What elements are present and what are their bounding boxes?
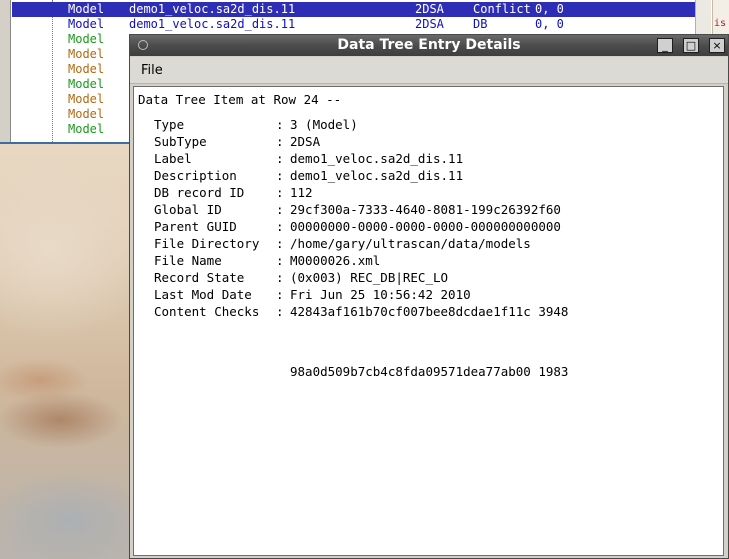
- detail-key: Last Mod Date: [154, 287, 252, 302]
- detail-separator: :: [276, 236, 284, 251]
- detail-value: 3 (Model): [290, 117, 358, 132]
- row-source: DB: [473, 17, 488, 31]
- detail-value: /home/gary/ultrascan/data/models: [290, 236, 531, 251]
- menu-file[interactable]: File: [141, 63, 163, 78]
- row-counts: 0, 0: [535, 2, 564, 16]
- detail-value: demo1_veloc.sa2d_dis.11: [290, 168, 464, 183]
- details-header: Data Tree Item at Row 24 --: [138, 92, 342, 107]
- content-checks-continuation: 98a0d509b7cb4c8fda09571dea77ab00 1983: [290, 364, 569, 379]
- detail-value: 00000000-0000-0000-0000-000000000000: [290, 219, 561, 234]
- detail-value: 29cf300a-7333-4640-8081-199c26392f60: [290, 202, 561, 217]
- row-subtype: 2DSA: [415, 2, 444, 16]
- row-type: Model: [68, 77, 105, 91]
- row-type: Model: [68, 32, 105, 46]
- row-type: Model: [68, 122, 105, 136]
- detail-separator: :: [276, 304, 284, 319]
- detail-separator: :: [276, 134, 284, 149]
- row-label: demo1_veloc.sa2d_dis.11: [129, 2, 296, 16]
- detail-row: Parent GUID:00000000-0000-0000-0000-0000…: [154, 218, 561, 235]
- row-type: Model: [68, 62, 105, 76]
- detail-row: File Directory: /home/gary/ultrascan/data…: [154, 235, 531, 252]
- detail-separator: :: [276, 219, 284, 234]
- minimize-button[interactable]: _: [657, 38, 673, 53]
- detail-key: File Name: [154, 253, 222, 268]
- row-type: Model: [68, 92, 105, 106]
- window-left-frame: [0, 0, 11, 142]
- row-subtype: 2DSA: [415, 17, 444, 31]
- detail-key: Description: [154, 168, 237, 183]
- detail-value: 112: [290, 185, 313, 200]
- detail-separator: :: [276, 185, 284, 200]
- row-counts: 0, 0: [535, 17, 564, 31]
- tree-row[interactable]: Model demo1_veloc.sa2d_dis.11 2DSA Conflict…: [12, 2, 696, 17]
- detail-row: Type:3 (Model): [154, 116, 358, 133]
- detail-value: Fri Jun 25 10:56:42 2010: [290, 287, 471, 302]
- maximize-button[interactable]: □: [683, 38, 699, 53]
- row-label: demo1_veloc.sa2d_dis.11: [129, 17, 296, 31]
- detail-key: Global ID: [154, 202, 222, 217]
- detail-row: Description: demo1_veloc.sa2d_dis.11: [154, 167, 463, 184]
- detail-key: DB record ID: [154, 185, 245, 200]
- detail-row: Global ID:29cf300a-7333-4640-8081-199c26…: [154, 201, 561, 218]
- detail-key: Type: [154, 117, 185, 132]
- row-type: Model: [68, 2, 105, 16]
- detail-separator: :: [276, 287, 284, 302]
- detail-value: demo1_veloc.sa2d_dis.11: [290, 151, 464, 166]
- detail-value: 2DSA: [290, 134, 321, 149]
- row-type: Model: [68, 17, 105, 31]
- tree-row[interactable]: Model demo1_veloc.sa2d_dis.11 2DSA DB 0, 0: [12, 17, 696, 32]
- detail-separator: :: [276, 202, 284, 217]
- detail-separator: :: [276, 168, 284, 183]
- row-type: Model: [68, 47, 105, 61]
- detail-separator: :: [276, 270, 284, 285]
- row-source: Conflict: [473, 2, 531, 16]
- dialog-title: Data Tree Entry Details: [337, 37, 521, 53]
- adjacent-window-text: is: [714, 18, 727, 29]
- dialog-titlebar[interactable]: Data Tree Entry Details _ □ ×: [130, 35, 728, 56]
- detail-separator: :: [276, 117, 284, 132]
- close-button[interactable]: ×: [709, 38, 725, 53]
- detail-row: SubType:2DSA: [154, 133, 320, 150]
- detail-key: Content Checks: [154, 304, 260, 319]
- detail-value: 42843af161b70cf007bee8dcdae1f11c 3948: [290, 304, 569, 319]
- detail-key: Parent GUID: [154, 219, 237, 234]
- detail-value: M0000026.xml: [290, 253, 381, 268]
- detail-row: Record State: (0x003) REC_DB|REC_LO: [154, 269, 448, 286]
- detail-row: Label: demo1_veloc.sa2d_dis.11: [154, 150, 463, 167]
- detail-key: Label: [154, 151, 192, 166]
- detail-key: Record State: [154, 270, 245, 285]
- row-type: Model: [68, 107, 105, 121]
- details-dialog: Data Tree Entry Details _ □ × File Data …: [129, 34, 729, 559]
- menubar: File: [130, 57, 728, 84]
- detail-key: File Directory: [154, 236, 260, 251]
- detail-key: SubType: [154, 134, 207, 149]
- details-text-area[interactable]: Data Tree Item at Row 24 -- Type:3 (Mode…: [133, 86, 724, 556]
- detail-row: Content Checks:42843af161b70cf007bee8dcd…: [154, 303, 568, 320]
- detail-separator: :: [276, 253, 284, 268]
- detail-separator: :: [276, 151, 284, 166]
- detail-row: File Name: M0000026.xml: [154, 252, 380, 269]
- detail-value: (0x003) REC_DB|REC_LO: [290, 270, 449, 285]
- detail-row: DB record ID:112: [154, 184, 313, 201]
- detail-row: Last Mod Date: Fri Jun 25 10:56:42 2010: [154, 286, 471, 303]
